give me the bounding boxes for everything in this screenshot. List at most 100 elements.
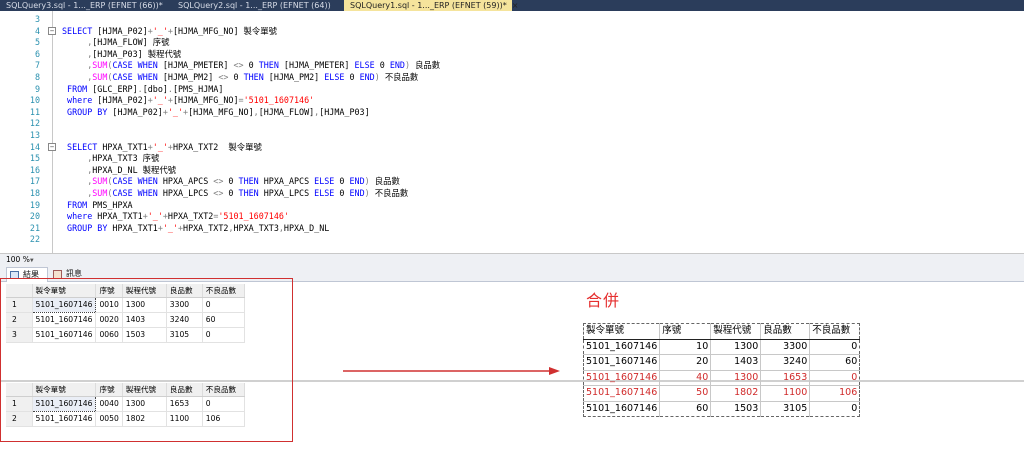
- query-editor[interactable]: 3 4− SELECT [HJMA_P02]+'_'+[HJMA_MFG_NO] 製…: [0, 11, 1024, 253]
- code-token: SELECT: [62, 25, 98, 36]
- line-number: 14: [29, 141, 40, 152]
- merged-cell: 40: [659, 369, 712, 386]
- editor-status-bar: 100 % ▼: [0, 253, 1024, 264]
- tab-label: 訊息: [66, 269, 82, 278]
- code-line: 5 ,[HJMA_FLOW] 序號: [0, 36, 1024, 48]
- tab-sqlquery1[interactable]: SQLQuery1.sql - 1..._ERP (EFNET (59))* ×: [344, 0, 518, 11]
- code-line: 21 GROUP BY HPXA_TXT1+'_'+HPXA_TXT2,HPXA…: [0, 222, 1024, 234]
- merged-cell: 0: [809, 369, 861, 386]
- merge-title: 合併: [586, 291, 621, 310]
- line-number: 3: [34, 14, 40, 24]
- line-number: 22: [29, 234, 40, 245]
- code-token: END: [349, 188, 365, 198]
- code-line: 8 ,SUM(CASE WHEN [HJMA_PM2] <> 0 THEN [H…: [0, 71, 1024, 83]
- line-number: 10: [29, 95, 40, 106]
- code-token: [HJMA_MFG_NO] 製令單號: [172, 25, 278, 36]
- merged-cell: 3105: [760, 400, 811, 417]
- close-icon[interactable]: ×: [512, 1, 519, 10]
- code-token: '_': [152, 95, 168, 106]
- code-line: 17 ,SUM(CASE WHEN HPXA_APCS <> 0 THEN HP…: [0, 175, 1024, 187]
- tab-sqlquery3[interactable]: SQLQuery3.sql - 1..._ERP (EFNET (66))*: [0, 0, 172, 11]
- code-line: 18 ,SUM(CASE WHEN HPXA_LPCS <> 0 THEN HP…: [0, 187, 1024, 199]
- code-line: 9 FROM [GLC_ERP].[dbo].[PMS_HJMA]: [0, 83, 1024, 95]
- code-token: ,: [62, 164, 93, 175]
- code-line: 4− SELECT [HJMA_P02]+'_'+[HJMA_MFG_NO] 製令…: [0, 25, 1024, 37]
- highlight-box: [0, 278, 293, 442]
- code-token: [HJMA_PMETER]: [283, 60, 355, 71]
- code-line: 12: [0, 117, 1024, 129]
- code-text: GROUP BY HPXA_TXT1+'_'+HPXA_TXT2,HPXA_TX…: [62, 222, 329, 234]
- code-text: ,HPXA_TXT3 序號: [62, 152, 159, 164]
- line-number: 17: [29, 176, 40, 187]
- code-token: where: [62, 95, 98, 106]
- code-token: ,: [62, 176, 93, 187]
- code-token: [HJMA_P02]: [112, 106, 163, 117]
- code-line: 15 ,HPXA_TXT3 序號: [0, 152, 1024, 164]
- merged-cell: 5101_1607146: [582, 369, 661, 386]
- code-token: 0: [243, 60, 259, 71]
- code-text: GROUP BY [HJMA_P02]+'_'+[HJMA_MFG_NO],[H…: [62, 106, 370, 118]
- code-token: 良品數: [374, 176, 400, 187]
- code-token: CASE WHEN: [112, 176, 163, 187]
- merged-cell: 5101_1607146: [582, 338, 661, 355]
- code-token: END: [349, 176, 365, 187]
- code-token: SUM: [92, 188, 108, 198]
- code-token: where: [62, 211, 98, 222]
- code-token: PMS_HPXA: [92, 199, 133, 210]
- code-text: where HPXA_TXT1+'_'+HPXA_TXT2='5101_1607…: [62, 210, 289, 222]
- code-token: [HJMA_P02]: [97, 25, 148, 36]
- code-token: ): [364, 188, 375, 198]
- merged-cell: 50: [659, 385, 712, 402]
- code-text: SELECT [HJMA_P02]+'_'+[HJMA_MFG_NO] 製令單號: [62, 25, 277, 37]
- code-text: ,SUM(CASE WHEN [HJMA_PM2] <> 0 THEN [HJM…: [62, 71, 418, 83]
- code-line: 16 ,HPXA_D_NL 製程代號: [0, 164, 1024, 176]
- code-text: FROM PMS_HPXA: [62, 199, 133, 211]
- code-token: ELSE: [324, 72, 350, 82]
- code-token: ,: [62, 37, 93, 48]
- code-text: ,SUM(CASE WHEN HPXA_APCS <> 0 THEN HPXA_…: [62, 175, 400, 187]
- code-token: ): [364, 176, 375, 187]
- code-token: HPXA_LPCS: [263, 188, 315, 198]
- code-token: ,: [62, 48, 93, 59]
- code-line: 10 where [HJMA_P02]+'_'+[HJMA_MFG_NO]='5…: [0, 94, 1024, 106]
- code-token: ELSE: [354, 60, 380, 71]
- merged-cell: 1403: [710, 354, 762, 371]
- code-token: [HJMA_MFG_NO]: [188, 106, 254, 117]
- code-token: '_': [147, 211, 163, 222]
- collapse-icon[interactable]: −: [48, 142, 56, 151]
- merged-header-cell: 製程代號: [710, 323, 762, 340]
- code-line: 22: [0, 233, 1024, 245]
- code-token: <>: [213, 188, 224, 198]
- code-token: ,: [62, 72, 93, 82]
- merged-header-cell: 良品數: [760, 323, 811, 340]
- code-token: THEN: [238, 188, 264, 198]
- arrow-right-icon: [343, 367, 560, 375]
- code-token: 0: [349, 72, 360, 82]
- code-token: ): [374, 72, 385, 82]
- merged-cell: 60: [809, 354, 861, 371]
- code-token: [GLC_ERP]: [92, 83, 138, 94]
- code-token: [dbo]: [142, 83, 168, 94]
- chevron-down-icon[interactable]: ▼: [30, 257, 34, 264]
- code-token: FROM: [62, 83, 93, 94]
- code-token: CASE WHEN: [112, 188, 163, 198]
- code-token: 良品數: [415, 60, 441, 71]
- code-token: HPXA_TXT3 序號: [92, 153, 160, 164]
- code-token: GROUP BY: [62, 106, 113, 117]
- line-number: 8: [34, 72, 40, 82]
- code-token: <>: [218, 72, 229, 82]
- merged-cell: 60: [659, 400, 712, 417]
- merged-cell: 1653: [760, 369, 811, 386]
- merged-cell: 5101_1607146: [582, 400, 661, 417]
- code-token: END: [359, 72, 375, 82]
- code-token: <>: [213, 176, 224, 187]
- line-number: 13: [29, 130, 40, 140]
- code-token: 0: [379, 60, 390, 71]
- tab-sqlquery2[interactable]: SQLQuery2.sql - 1..._ERP (EFNET (64)): [172, 0, 344, 11]
- code-token: ,: [62, 188, 93, 198]
- line-number: 12: [29, 118, 40, 129]
- merged-row: 5101_1607146 50 1802 1100 106: [582, 385, 861, 402]
- code-token: CASE WHEN: [112, 60, 163, 71]
- collapse-icon[interactable]: −: [48, 26, 56, 35]
- merged-cell: 1802: [710, 385, 762, 402]
